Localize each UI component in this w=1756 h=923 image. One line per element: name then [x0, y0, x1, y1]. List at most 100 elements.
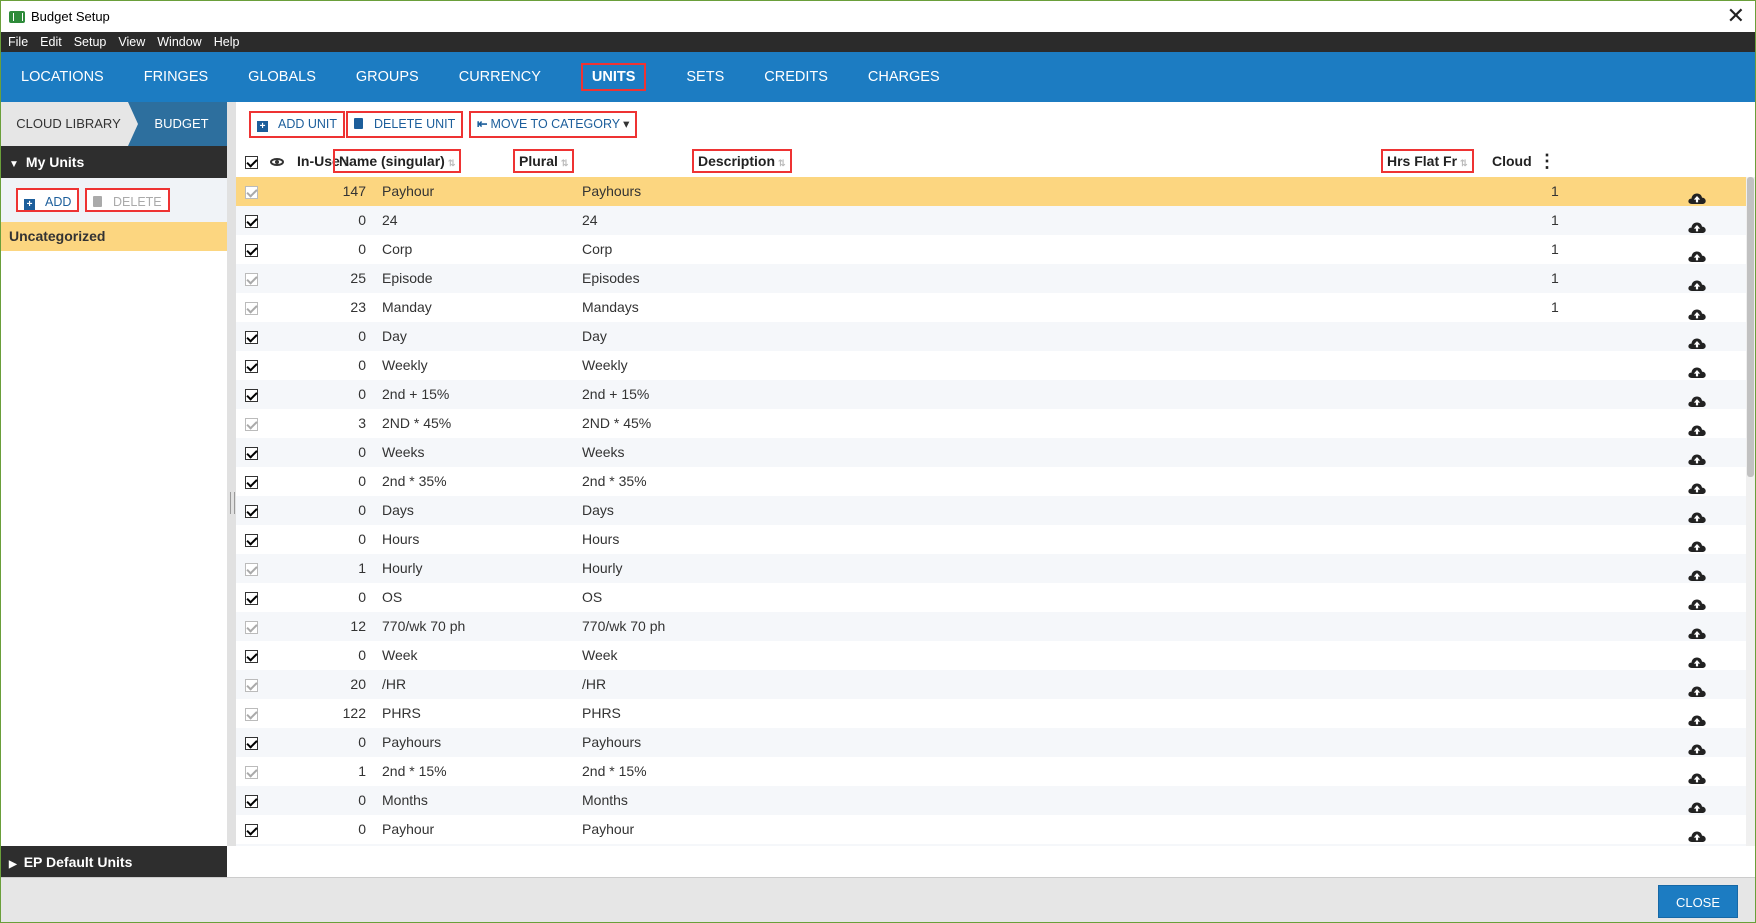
name-cell[interactable]: 2nd * 15% — [382, 757, 447, 786]
table-row[interactable]: 1 2nd * 15% 2nd * 15% — [236, 757, 1746, 786]
row-checkbox[interactable] — [245, 815, 258, 844]
table-row[interactable]: 122 PHRS PHRS — [236, 699, 1746, 728]
cloud-upload-icon[interactable] — [1688, 591, 1706, 610]
tab-locations[interactable]: LOCATIONS — [1, 52, 124, 102]
table-row[interactable]: 0 Payhour Payhour — [236, 815, 1746, 844]
plural-cell[interactable]: 2ND *15% — [582, 844, 647, 846]
name-cell[interactable]: Weeks — [382, 438, 425, 467]
add-category-button[interactable]: + ADD — [16, 188, 80, 212]
table-row[interactable]: 1 Hourly Hourly — [236, 554, 1746, 583]
name-cell[interactable]: Payhour — [382, 815, 434, 844]
table-row[interactable]: 0 Payhours Payhours — [236, 728, 1746, 757]
table-row[interactable]: 0 OS OS — [236, 583, 1746, 612]
table-row[interactable]: 25 Episode Episodes 1 — [236, 264, 1746, 293]
table-row[interactable]: 0 Week Week — [236, 641, 1746, 670]
cloud-upload-icon[interactable] — [1688, 185, 1706, 204]
plural-cell[interactable]: Corp — [582, 235, 612, 264]
cloud-upload-icon[interactable] — [1688, 823, 1706, 842]
cloud-upload-icon[interactable] — [1688, 533, 1706, 552]
visibility-eye-icon[interactable] — [270, 146, 284, 177]
tab-globals[interactable]: GLOBALS — [228, 52, 336, 102]
menu-setup[interactable]: Setup — [74, 35, 107, 49]
tab-budget[interactable]: BUDGET — [128, 102, 227, 146]
cloud-upload-icon[interactable] — [1688, 417, 1706, 436]
column-name[interactable]: Name (singular) ⇅ — [333, 146, 462, 177]
row-checkbox[interactable] — [245, 467, 258, 496]
row-checkbox[interactable] — [245, 641, 258, 670]
cloud-upload-icon[interactable] — [1688, 359, 1706, 378]
row-checkbox[interactable] — [245, 728, 258, 757]
row-checkbox[interactable] — [245, 699, 258, 728]
cloud-upload-icon[interactable] — [1688, 330, 1706, 349]
cloud-upload-icon[interactable] — [1688, 736, 1706, 755]
cloud-upload-icon[interactable] — [1688, 562, 1706, 581]
close-window-icon[interactable]: ✕ — [1727, 4, 1745, 28]
menu-window[interactable]: Window — [157, 35, 201, 49]
hrs-flat-cell[interactable]: 1 — [1551, 235, 1559, 264]
cloud-upload-icon[interactable] — [1688, 707, 1706, 726]
table-row[interactable]: 0 Corp Corp 1 — [236, 235, 1746, 264]
row-checkbox[interactable] — [245, 554, 258, 583]
name-cell[interactable]: Hours — [382, 525, 419, 554]
table-row[interactable]: 0 Day Day — [236, 322, 1746, 351]
move-to-category-button[interactable]: ⇤ MOVE TO CATEGORY ▾ — [469, 111, 638, 138]
column-plural[interactable]: Plural ⇅ — [513, 146, 575, 177]
hrs-flat-cell[interactable]: 1 — [1551, 293, 1559, 322]
name-cell[interactable]: Manday — [382, 293, 432, 322]
tab-groups[interactable]: GROUPS — [336, 52, 439, 102]
row-checkbox[interactable] — [245, 612, 258, 641]
cloud-upload-icon[interactable] — [1688, 301, 1706, 320]
table-row[interactable]: 0 Months Months — [236, 786, 1746, 815]
tab-currency[interactable]: CURRENCY — [439, 52, 561, 102]
delete-unit-button[interactable]: DELETE UNIT — [346, 111, 464, 138]
name-cell[interactable]: OS — [382, 583, 402, 612]
table-row[interactable]: 12 770/wk 70 ph 770/wk 70 ph — [236, 612, 1746, 641]
cloud-upload-icon[interactable] — [1688, 214, 1706, 233]
table-row[interactable]: 0 Hours Hours — [236, 525, 1746, 554]
plural-cell[interactable]: /HR — [582, 670, 606, 699]
cloud-upload-icon[interactable] — [1688, 446, 1706, 465]
plural-cell[interactable]: 2nd * 35% — [582, 467, 647, 496]
row-checkbox[interactable] — [245, 351, 258, 380]
close-button[interactable]: CLOSE — [1658, 885, 1738, 918]
name-cell[interactable]: Months — [382, 786, 428, 815]
row-checkbox[interactable] — [245, 438, 258, 467]
tab-fringes[interactable]: FRINGES — [124, 52, 228, 102]
add-unit-button[interactable]: + ADD UNIT — [249, 111, 346, 138]
table-row[interactable]: 0 Days Days — [236, 496, 1746, 525]
table-row[interactable]: 0 24 24 1 — [236, 206, 1746, 235]
name-cell[interactable]: /HR — [382, 670, 406, 699]
hrs-flat-cell[interactable]: 1 — [1551, 206, 1559, 235]
plural-cell[interactable]: 24 — [582, 206, 598, 235]
plural-cell[interactable]: Weekly — [582, 351, 628, 380]
name-cell[interactable]: 2ND *15% — [382, 844, 447, 846]
name-cell[interactable]: 2ND * 45% — [382, 409, 451, 438]
table-row[interactable]: 0 2nd + 15% 2nd + 15% — [236, 380, 1746, 409]
table-row[interactable]: 0 Weekly Weekly — [236, 351, 1746, 380]
plural-cell[interactable]: OS — [582, 583, 602, 612]
vertical-scrollbar[interactable] — [1746, 177, 1755, 846]
row-checkbox[interactable] — [245, 293, 258, 322]
cloud-upload-icon[interactable] — [1688, 475, 1706, 494]
row-checkbox[interactable] — [245, 583, 258, 612]
row-checkbox[interactable] — [245, 409, 258, 438]
name-cell[interactable]: Payhour — [382, 177, 434, 206]
hrs-flat-cell[interactable]: 1 — [1551, 264, 1559, 293]
row-checkbox[interactable] — [245, 525, 258, 554]
delete-category-button[interactable]: DELETE — [85, 188, 170, 212]
cloud-upload-icon[interactable] — [1688, 620, 1706, 639]
column-hrs-flat[interactable]: Hrs Flat Fr ⇅ — [1381, 146, 1474, 177]
name-cell[interactable]: Episode — [382, 264, 433, 293]
row-checkbox[interactable] — [245, 757, 258, 786]
row-checkbox[interactable] — [245, 380, 258, 409]
row-checkbox[interactable] — [245, 844, 258, 846]
plural-cell[interactable]: Week — [582, 641, 618, 670]
tab-credits[interactable]: CREDITS — [744, 52, 848, 102]
hrs-flat-cell[interactable]: 1 — [1551, 177, 1559, 206]
menu-view[interactable]: View — [118, 35, 145, 49]
plural-cell[interactable]: Months — [582, 786, 628, 815]
ep-default-units-header[interactable]: ▶ EP Default Units — [1, 846, 227, 877]
tab-sets[interactable]: SETS — [666, 52, 744, 102]
plural-cell[interactable]: 2nd + 15% — [582, 380, 649, 409]
plural-cell[interactable]: Payhours — [582, 177, 641, 206]
